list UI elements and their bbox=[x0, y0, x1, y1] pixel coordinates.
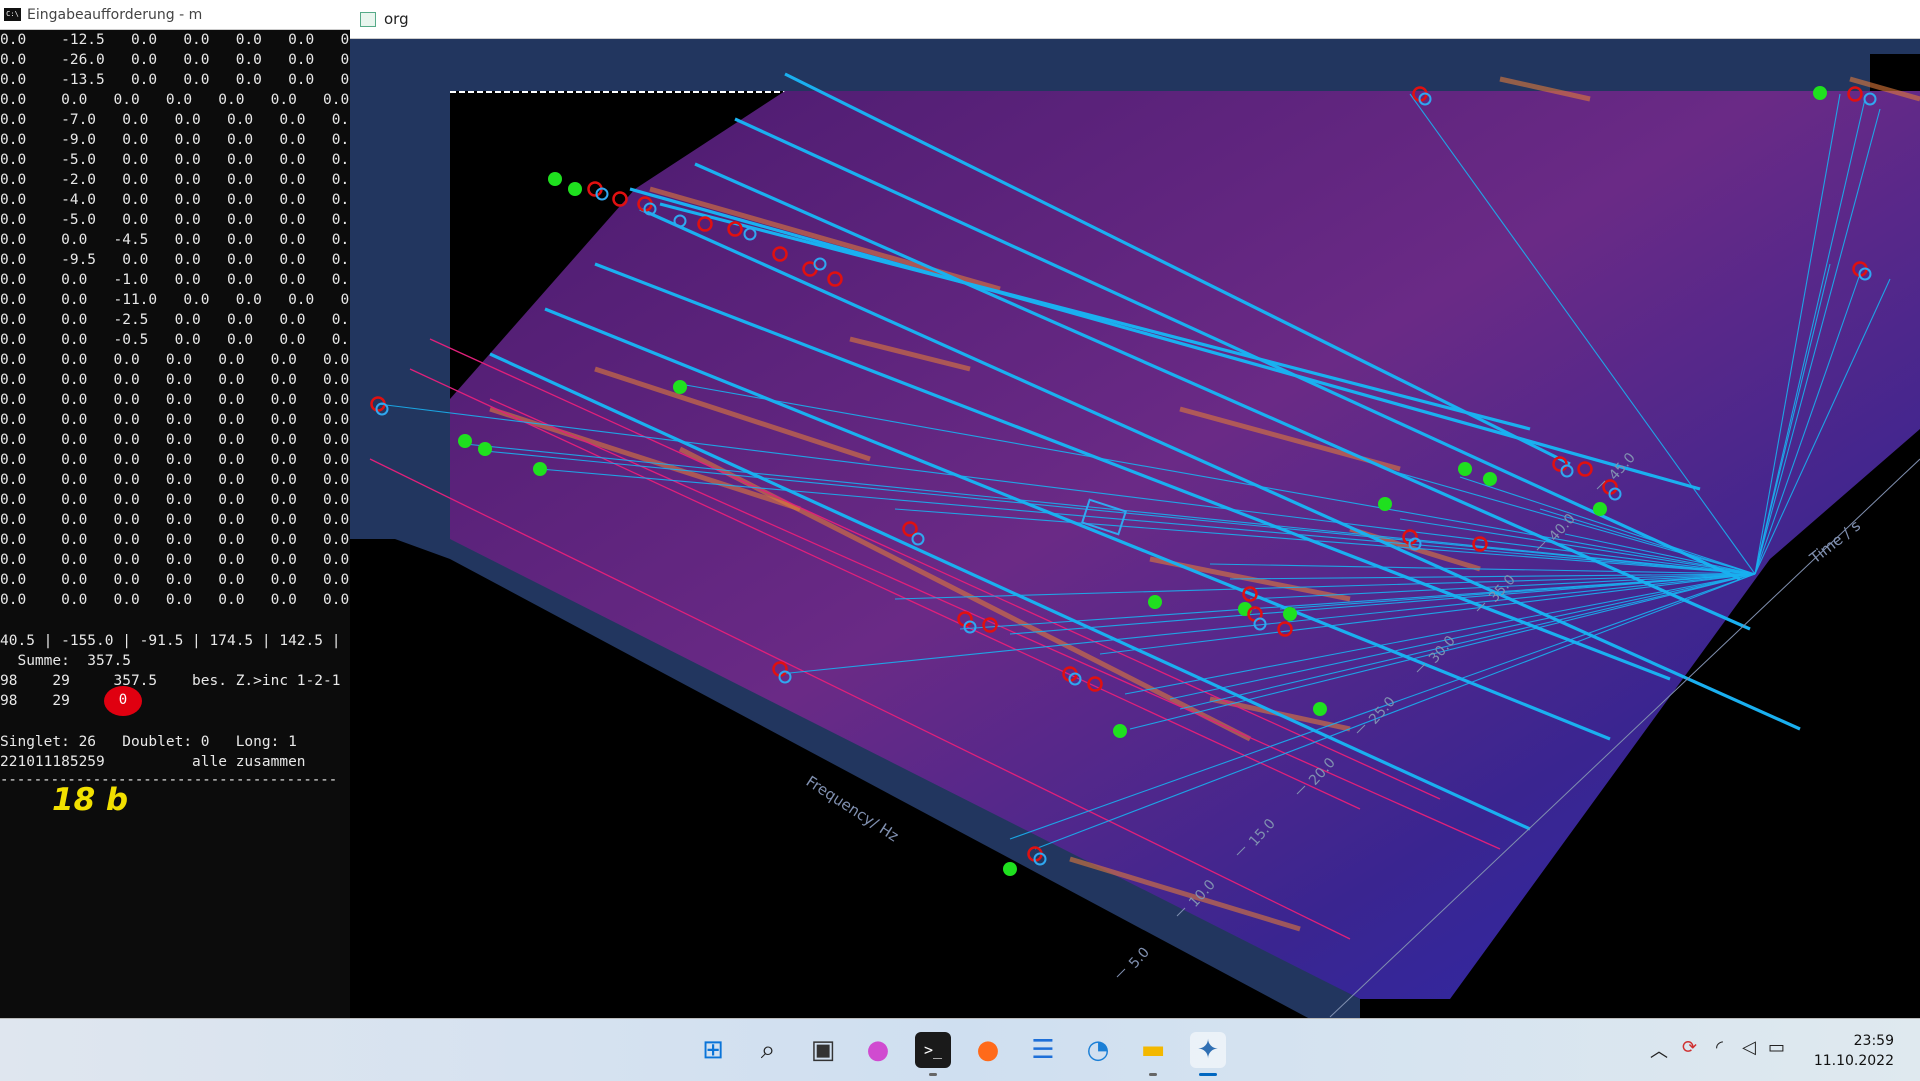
chevron-up-icon[interactable]: ︿ bbox=[1650, 1037, 1668, 1063]
console-row: 0.0 0.0 0.0 0.0 0.0 0.0 0.0 bbox=[0, 92, 350, 108]
console-title: Eingabeaufforderung - m bbox=[27, 6, 203, 23]
firefox-icon[interactable]: ● bbox=[970, 1032, 1006, 1068]
green-marker bbox=[533, 462, 547, 476]
app-swirl-icon-glyph: ◔ bbox=[1086, 1035, 1110, 1065]
console-line-b: 98 29 bbox=[0, 693, 70, 709]
terminal-icon[interactable]: >_ bbox=[915, 1032, 951, 1076]
console-row: 0.0 0.0 -1.0 0.0 0.0 0.0 0. bbox=[0, 272, 350, 288]
console-window[interactable]: C:\ Eingabeaufforderung - m 0.0 -12.5 0.… bbox=[0, 0, 353, 1018]
taskbar: ⊞ ⌕ ▣ ● >_ ● ☰ ◔ ▬ ✦ ︿ ⟳ ◜ ◁ ▭ 23:59 11.10.2022 bbox=[0, 1018, 1920, 1081]
org-title: org bbox=[384, 10, 409, 28]
console-row: 0.0 0.0 0.0 0.0 0.0 0.0 0.0 bbox=[0, 432, 350, 448]
console-summary-line: 40.5 | -155.0 | -91.5 | 174.5 | 142.5 | bbox=[0, 633, 341, 649]
console-row: 0.0 0.0 0.0 0.0 0.0 0.0 0.0 bbox=[0, 352, 350, 368]
system-tray: ︿ ⟳ ◜ ◁ ▭ 23:59 11.10.2022 bbox=[1620, 1019, 1920, 1081]
notepad-icon[interactable]: ☰ bbox=[1025, 1032, 1061, 1068]
green-marker bbox=[673, 380, 687, 394]
console-row: 0.0 -12.5 0.0 0.0 0.0 0.0 0 bbox=[0, 32, 350, 48]
task-view-icon-glyph: ▣ bbox=[810, 1035, 836, 1065]
search-icon[interactable]: ⌕ bbox=[750, 1032, 786, 1068]
green-marker bbox=[1113, 724, 1127, 738]
console-row: 0.0 -5.0 0.0 0.0 0.0 0.0 0. bbox=[0, 152, 350, 168]
console-output: 0.0 -12.5 0.0 0.0 0.0 0.0 0 0.0 -26.0 0.0… bbox=[0, 30, 352, 788]
console-row: 0.0 -4.0 0.0 0.0 0.0 0.0 0. bbox=[0, 192, 350, 208]
console-rows: 0.0 -12.5 0.0 0.0 0.0 0.0 0 0.0 -26.0 0.0… bbox=[0, 30, 352, 610]
drop-app-icon[interactable]: ● bbox=[860, 1032, 896, 1068]
console-row: 0.0 -9.0 0.0 0.0 0.0 0.0 0. bbox=[0, 132, 350, 148]
green-marker bbox=[1593, 502, 1607, 516]
green-marker bbox=[1813, 86, 1827, 100]
handwritten-note: 18 b bbox=[52, 782, 129, 818]
console-row: 0.0 0.0 0.0 0.0 0.0 0.0 0.0 bbox=[0, 532, 350, 548]
notepad-icon-glyph: ☰ bbox=[1031, 1035, 1055, 1065]
green-marker bbox=[1483, 472, 1497, 486]
wifi-icon[interactable]: ◜ bbox=[1716, 1037, 1723, 1058]
terminal-icon-glyph: >_ bbox=[923, 1041, 943, 1059]
console-row: 0.0 -5.0 0.0 0.0 0.0 0.0 0. bbox=[0, 212, 350, 228]
green-marker bbox=[1283, 607, 1297, 621]
console-row: 0.0 0.0 -2.5 0.0 0.0 0.0 0. bbox=[0, 312, 350, 328]
console-row: 0.0 0.0 -4.5 0.0 0.0 0.0 0. bbox=[0, 232, 350, 248]
console-row: 0.0 0.0 -0.5 0.0 0.0 0.0 0. bbox=[0, 332, 350, 348]
python-icon[interactable]: ✦ bbox=[1190, 1032, 1226, 1076]
green-marker bbox=[548, 172, 562, 186]
console-row: 0.0 0.0 0.0 0.0 0.0 0.0 0.0 bbox=[0, 472, 350, 488]
console-row: 0.0 0.0 -11.0 0.0 0.0 0.0 0 bbox=[0, 292, 350, 308]
volume-icon[interactable]: ◁ bbox=[1742, 1037, 1756, 1058]
cmd-icon: C:\ bbox=[4, 8, 21, 21]
python-icon-glyph: ✦ bbox=[1197, 1035, 1219, 1065]
console-titlebar[interactable]: C:\ Eingabeaufforderung - m bbox=[0, 0, 352, 30]
console-line-a: 98 29 357.5 bes. Z.>inc 1-2-1 bbox=[0, 673, 341, 689]
clock[interactable]: 23:59 11.10.2022 bbox=[1814, 1031, 1894, 1071]
console-row: 0.0 0.0 0.0 0.0 0.0 0.0 0.0 bbox=[0, 372, 350, 388]
start-icon-glyph: ⊞ bbox=[702, 1035, 724, 1065]
console-row: 0.0 -13.5 0.0 0.0 0.0 0.0 0. bbox=[0, 72, 353, 88]
green-marker bbox=[1458, 462, 1472, 476]
drop-app-icon-glyph: ● bbox=[866, 1035, 890, 1065]
firefox-icon-glyph: ● bbox=[976, 1035, 1000, 1065]
spectrogram-plot[interactable]: Frequency/ Hz Time / s 5.010.015.020.025… bbox=[350, 39, 1920, 1018]
red-circle-annotation: 0 bbox=[104, 686, 142, 716]
clock-time: 23:59 bbox=[1853, 1033, 1894, 1049]
green-marker bbox=[1003, 862, 1017, 876]
console-row: 0.0 -26.0 0.0 0.0 0.0 0.0 0. bbox=[0, 52, 353, 68]
console-row: 0.0 0.0 0.0 0.0 0.0 0.0 0.0 bbox=[0, 412, 350, 428]
console-row: 0.0 0.0 0.0 0.0 0.0 0.0 0.0 bbox=[0, 592, 350, 608]
circled-value: 0 bbox=[118, 692, 128, 708]
console-id-line: 221011185259 alle zusammen bbox=[0, 754, 306, 770]
console-row: 0.0 0.0 0.0 0.0 0.0 0.0 0.0 bbox=[0, 452, 350, 468]
org-titlebar[interactable]: org bbox=[350, 0, 1920, 39]
start-icon[interactable]: ⊞ bbox=[695, 1032, 731, 1068]
file-explorer-icon-glyph: ▬ bbox=[1140, 1035, 1166, 1065]
green-marker bbox=[478, 442, 492, 456]
green-marker bbox=[1148, 595, 1162, 609]
org-window[interactable]: org Frequency/ Hz Time / s 5.0 10.0 15.0… bbox=[350, 0, 1920, 1018]
console-row: 0.0 0.0 0.0 0.0 0.0 0.0 0.0 bbox=[0, 572, 350, 588]
clock-date: 11.10.2022 bbox=[1813, 1053, 1894, 1069]
window-app-icon bbox=[360, 11, 376, 27]
console-row: 0.0 0.0 0.0 0.0 0.0 0.0 0.0 bbox=[0, 492, 350, 508]
task-view-icon[interactable]: ▣ bbox=[805, 1032, 841, 1068]
console-row: 0.0 -9.5 0.0 0.0 0.0 0.0 0. bbox=[0, 252, 350, 268]
console-row: 0.0 0.0 0.0 0.0 0.0 0.0 0.0 bbox=[0, 512, 350, 528]
console-row: 0.0 -7.0 0.0 0.0 0.0 0.0 0. bbox=[0, 112, 350, 128]
running-indicator bbox=[929, 1073, 937, 1076]
green-marker bbox=[568, 182, 582, 196]
search-icon-glyph: ⌕ bbox=[760, 1035, 776, 1065]
console-sum-line: Summe: 357.5 bbox=[0, 653, 131, 669]
console-row: 0.0 0.0 0.0 0.0 0.0 0.0 0.0 bbox=[0, 552, 350, 568]
console-stats-line: Singlet: 26 Doublet: 0 Long: 1 bbox=[0, 734, 297, 750]
app-swirl-icon[interactable]: ◔ bbox=[1080, 1032, 1116, 1068]
green-marker bbox=[1313, 702, 1327, 716]
green-marker bbox=[1378, 497, 1392, 511]
console-row: 0.0 -2.0 0.0 0.0 0.0 0.0 0. bbox=[0, 172, 350, 188]
file-explorer-icon[interactable]: ▬ bbox=[1135, 1032, 1171, 1076]
console-row: 0.0 0.0 0.0 0.0 0.0 0.0 0.0 bbox=[0, 392, 350, 408]
green-marker bbox=[458, 434, 472, 448]
battery-icon[interactable]: ▭ bbox=[1768, 1037, 1785, 1058]
sync-icon[interactable]: ⟳ bbox=[1682, 1037, 1697, 1058]
running-indicator bbox=[1149, 1073, 1157, 1076]
running-indicator bbox=[1199, 1073, 1217, 1076]
